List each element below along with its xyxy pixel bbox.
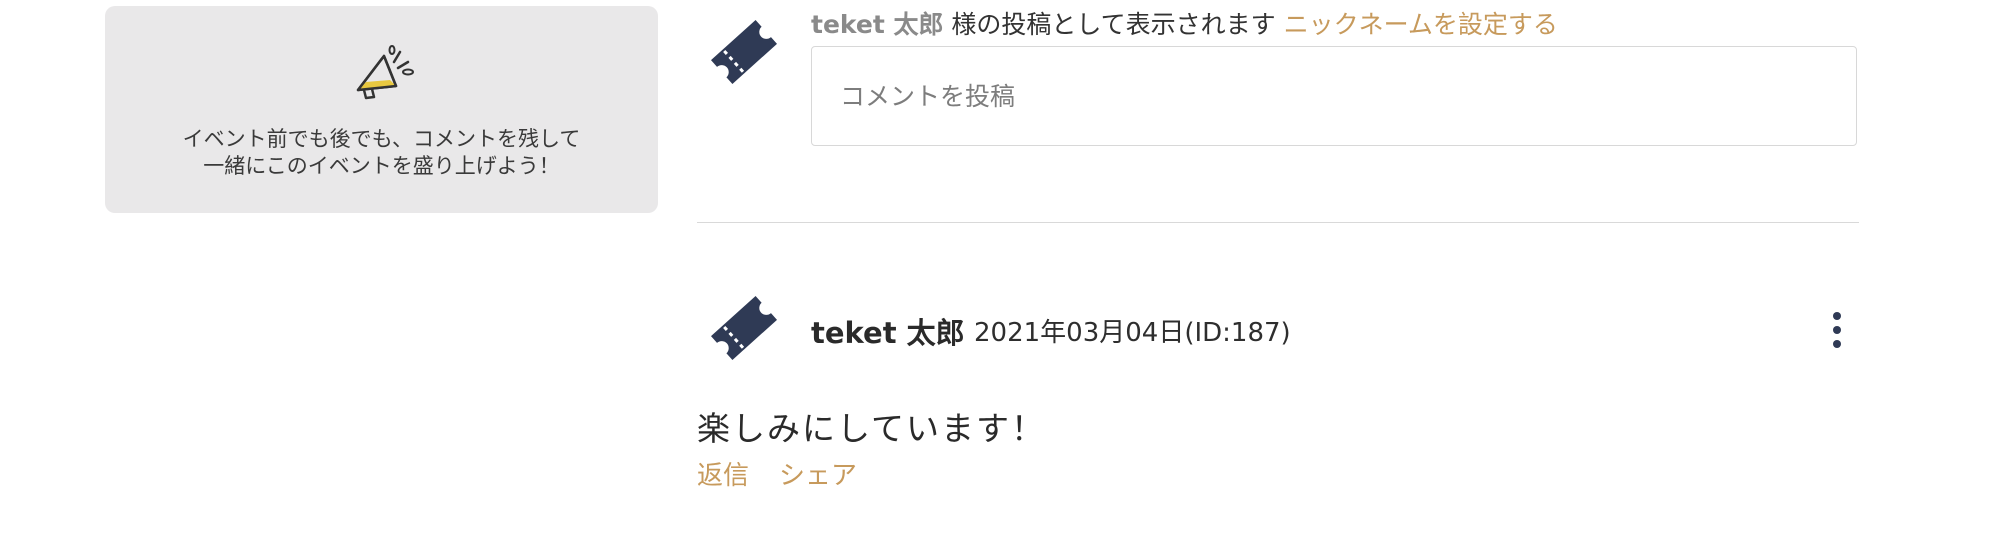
info-text: イベント前でも後でも、コメントを残して 一緒にこのイベントを盛り上げよう！: [105, 126, 658, 180]
posting-as-text: 様の投稿として表示されます: [943, 10, 1284, 39]
current-user-name: teket 太郎: [811, 10, 944, 39]
comment-info-card: イベント前でも後でも、コメントを残して 一緒にこのイベントを盛り上げよう！: [105, 6, 658, 213]
info-text-line: 一緒にこのイベントを盛り上げよう！: [203, 154, 560, 178]
dot: [1833, 312, 1841, 320]
share-link[interactable]: シェア: [779, 461, 857, 491]
dot: [1833, 340, 1841, 348]
ticket-icon: [710, 296, 778, 360]
comment-input[interactable]: [811, 46, 1857, 146]
set-nickname-link[interactable]: ニックネームを設定する: [1284, 10, 1558, 39]
ticket-icon: [710, 20, 778, 84]
megaphone-icon: [356, 45, 414, 100]
info-text-line: イベント前でも後でも、コメントを残して: [182, 127, 581, 151]
comment-actions: 返信 シェア: [697, 455, 887, 492]
reply-link[interactable]: 返信: [697, 461, 749, 491]
comment-date: 2021年03月04日(ID:187): [974, 318, 1291, 348]
dot: [1833, 326, 1841, 334]
comment-body: 楽しみにしています！: [697, 409, 1047, 448]
more-options-button[interactable]: [1822, 308, 1852, 352]
divider: [697, 222, 1859, 223]
comment-author: teket 太郎: [811, 316, 965, 350]
posting-as-line: teket 太郎 様の投稿として表示されます ニックネームを設定する: [811, 8, 1558, 42]
